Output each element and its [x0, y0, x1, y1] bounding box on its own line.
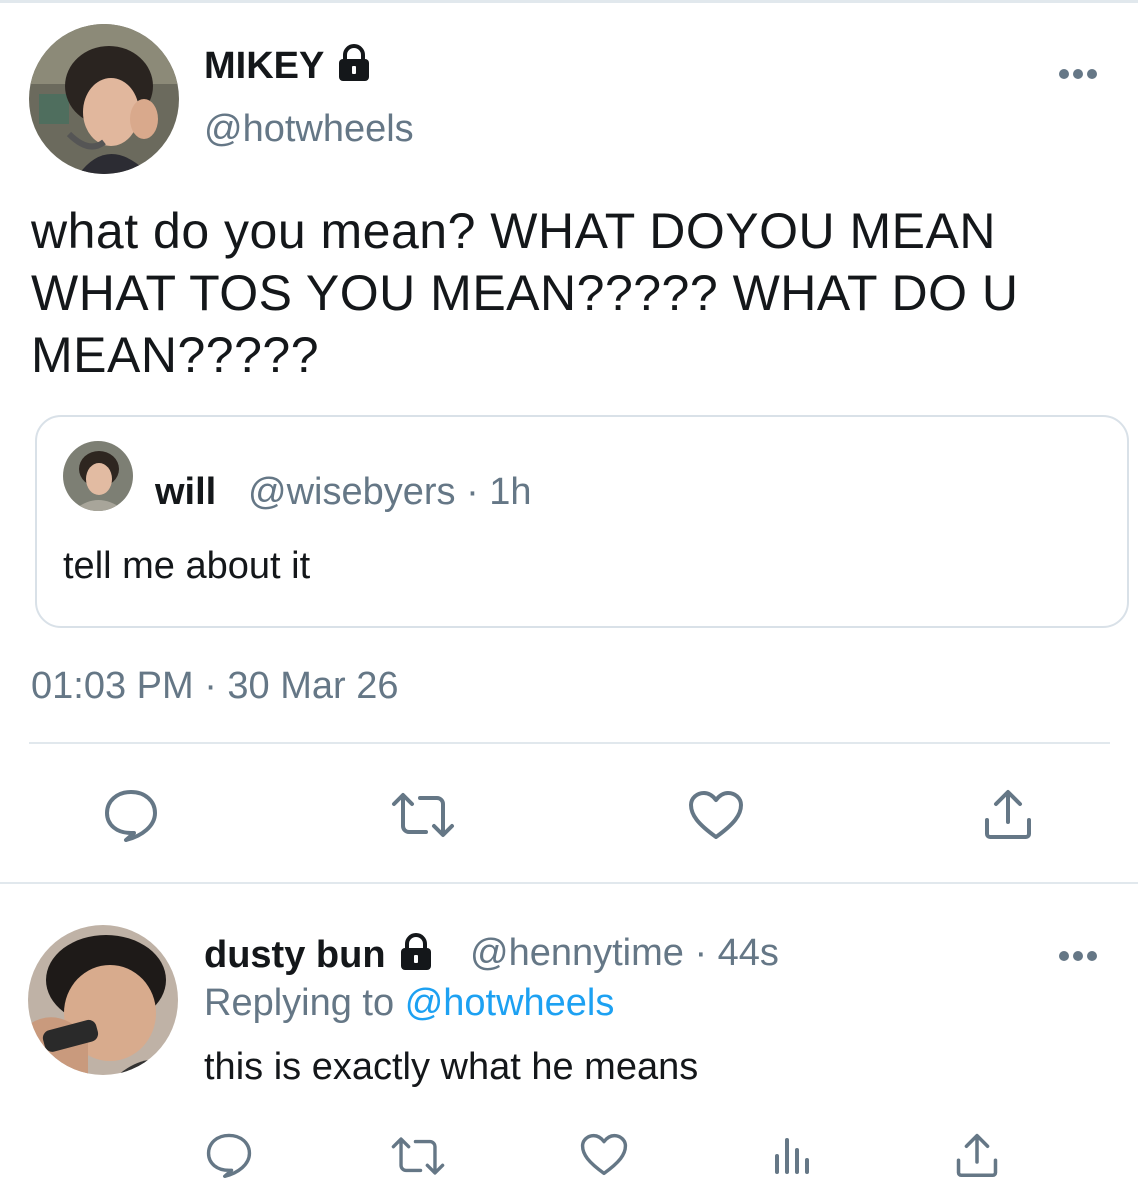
reply-author-handle[interactable]: @hennytime · 44s	[470, 932, 779, 975]
tweet-divider	[0, 882, 1138, 884]
reply-icon[interactable]	[206, 1132, 252, 1178]
more-icon[interactable]	[1058, 60, 1098, 81]
retweet-icon[interactable]	[390, 792, 456, 838]
author-name[interactable]: MIKEY	[204, 43, 374, 93]
like-icon[interactable]	[688, 790, 744, 840]
lock-icon	[396, 932, 436, 982]
will-avatar	[63, 441, 133, 511]
like-icon[interactable]	[580, 1133, 628, 1176]
reply-author-name[interactable]: dusty bun	[204, 932, 436, 982]
quoted-tweet-text: tell me about it	[63, 545, 311, 587]
share-icon[interactable]	[955, 1132, 999, 1178]
reply-text: this is exactly what he means	[204, 1046, 699, 1088]
actions-divider	[29, 742, 1110, 744]
quoted-tweet[interactable]: will @wisebyers · 1h tell me about it	[35, 415, 1129, 628]
analytics-icon[interactable]	[772, 1134, 812, 1174]
replying-to: Replying to @hotwheels	[204, 982, 615, 1024]
mikey-avatar[interactable]	[29, 24, 179, 174]
tweet-timestamp[interactable]: 01:03 PM · 30 Mar 26	[31, 665, 399, 708]
top-divider	[0, 0, 1138, 3]
author-handle[interactable]: @hotwheels	[204, 108, 414, 151]
dusty-bun-avatar[interactable]	[28, 925, 178, 1075]
quoted-author-name: will	[155, 471, 217, 513]
lock-icon	[334, 43, 374, 93]
quoted-author-handle: @wisebyers · 1h	[248, 471, 532, 513]
more-icon[interactable]	[1058, 942, 1098, 963]
tweet-text: what do you mean? WHAT DOYOU MEAN WHAT T…	[31, 203, 1019, 383]
reply-icon[interactable]	[104, 788, 158, 842]
retweet-icon[interactable]	[390, 1136, 446, 1176]
share-icon[interactable]	[983, 788, 1033, 840]
replying-to-link[interactable]: @hotwheels	[405, 982, 615, 1024]
